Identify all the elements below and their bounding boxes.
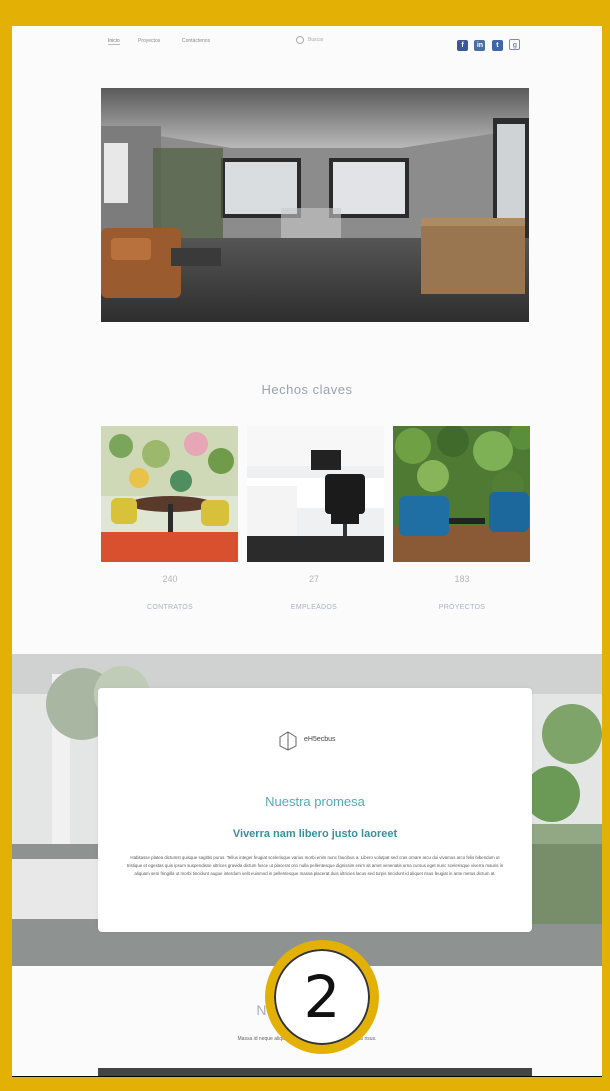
stat-empleados-value: 27 <box>308 574 319 584</box>
stat-proyectos-label: PROYECTOS <box>438 604 486 611</box>
promise-body: Habitasse platea dictumst quisque sagitt… <box>126 855 504 876</box>
twitter-icon[interactable]: t <box>491 40 503 51</box>
lounge-photo <box>393 426 530 562</box>
social-links: f in t g <box>457 34 522 52</box>
frame-border-left <box>0 26 12 1080</box>
key-facts-title: Hechos claves <box>261 382 353 397</box>
key-facts-images <box>101 426 531 562</box>
promise-card: eH5ecbus Nuestra promesa Viverra nam lib… <box>98 688 532 932</box>
google-icon[interactable]: g <box>509 39 521 50</box>
frame-border-top <box>0 0 610 26</box>
promise-title: Nuestra promesa <box>265 794 365 809</box>
stat-contratos-value: 240 <box>162 574 178 584</box>
nav-item-inicio[interactable]: Inicio <box>108 38 120 45</box>
facebook-icon[interactable]: f <box>457 40 468 51</box>
stat-contratos-label: CONTRATOS <box>147 604 193 611</box>
step-number-badge: 2 <box>265 940 379 1054</box>
search-placeholder: Buscar <box>308 37 324 43</box>
stat-empleados-label: EMPLEADOS <box>290 604 338 611</box>
video-frame: Inicio Proyectos Contáctenos Buscar f in… <box>0 0 610 1091</box>
search-icon <box>296 36 304 44</box>
top-navigation: Inicio Proyectos Contáctenos Buscar f in… <box>12 26 602 60</box>
frame-border-right <box>602 26 610 1080</box>
bottom-image-strip <box>98 1068 532 1076</box>
website-page: Inicio Proyectos Contáctenos Buscar f in… <box>12 26 602 1076</box>
linkedin-icon[interactable]: in <box>474 40 486 51</box>
step-number: 2 <box>303 963 341 1031</box>
office-desk-photo <box>247 426 384 562</box>
search-field[interactable]: Buscar <box>296 34 356 46</box>
nav-item-proyectos[interactable]: Proyectos <box>138 38 160 44</box>
company-logo: eH5ecbus <box>278 731 358 751</box>
cafe-photo <box>101 426 238 562</box>
frame-border-bottom <box>0 1077 610 1091</box>
logo-text: eH5ecbus <box>304 736 336 743</box>
hero-image <box>101 88 529 322</box>
stat-proyectos-value: 183 <box>454 574 470 584</box>
nav-item-contacto[interactable]: Contáctenos <box>182 38 210 44</box>
promise-subtitle: Viverra nam libero justo laoreet <box>232 828 398 840</box>
